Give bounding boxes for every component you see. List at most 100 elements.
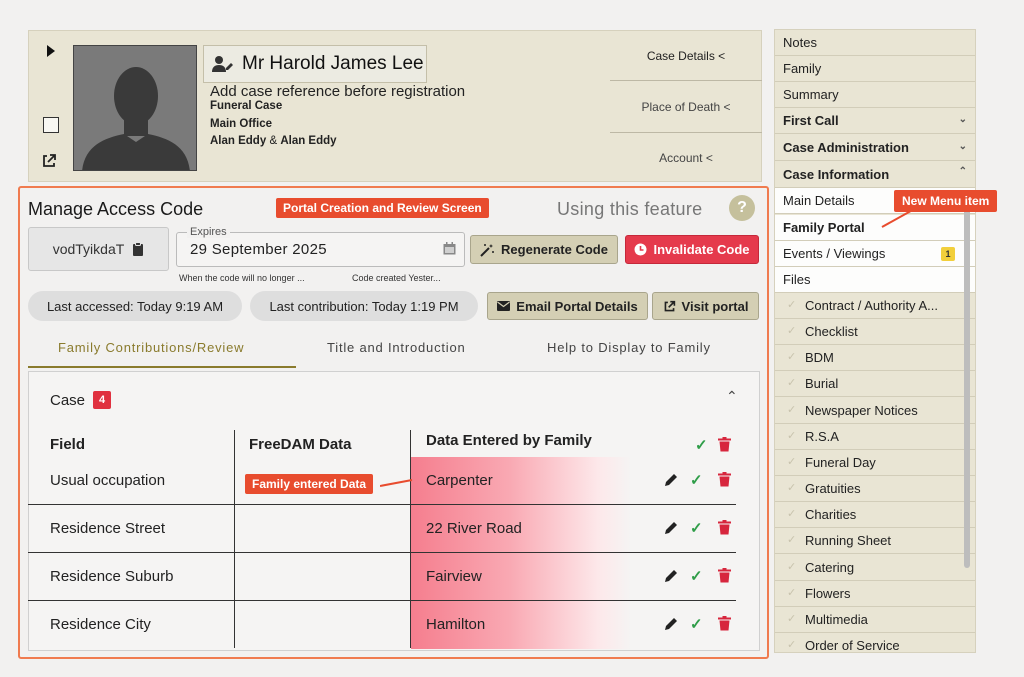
sidebar-item-events-viewings[interactable]: Events / Viewings 1 bbox=[775, 241, 975, 267]
sidebar-item-multimedia[interactable]: ✓ Multimedia bbox=[775, 607, 975, 633]
accept-all-icon[interactable]: ✓ bbox=[695, 436, 708, 454]
delete-icon[interactable] bbox=[718, 568, 731, 583]
contributions-card bbox=[28, 371, 760, 651]
tab-title-introduction[interactable]: Title and Introduction bbox=[327, 340, 466, 355]
count-badge: 4 bbox=[93, 391, 111, 409]
deceased-name-box[interactable]: Mr Harold James Lee bbox=[203, 45, 427, 83]
invalidate-code-button[interactable]: Invalidate Code bbox=[625, 235, 759, 264]
row-family-value: Hamilton bbox=[426, 616, 486, 633]
sidebar-item-label: Order of Service bbox=[805, 638, 900, 653]
sidebar-item-order-of-service[interactable]: ✓ Order of Service bbox=[775, 633, 975, 653]
sidebar-item-files[interactable]: Files bbox=[775, 267, 975, 293]
delete-icon[interactable] bbox=[718, 520, 731, 535]
sidebar-item-burial[interactable]: ✓ Burial bbox=[775, 371, 975, 397]
help-icon[interactable]: ? bbox=[729, 195, 755, 221]
case-header: Mr Harold James Lee Add case reference b… bbox=[28, 30, 762, 182]
sidebar-item-label: Summary bbox=[783, 87, 839, 102]
column-header-freedam: FreeDAM Data bbox=[249, 436, 352, 453]
delete-icon[interactable] bbox=[718, 472, 731, 487]
count-badge: 1 bbox=[941, 247, 955, 261]
sidebar-item-family[interactable]: Family bbox=[775, 56, 975, 82]
sidebar-item-newspaper-notices[interactable]: ✓ Newspaper Notices bbox=[775, 398, 975, 424]
last-contribution-pill: Last contribution: Today 1:19 PM bbox=[250, 291, 478, 321]
sidebar-item-notes[interactable]: Notes bbox=[775, 30, 975, 56]
sidebar-item-label: Main Details bbox=[783, 193, 855, 208]
sidebar-item-catering[interactable]: ✓ Catering bbox=[775, 555, 975, 581]
created-hint: Code created Yester... bbox=[352, 273, 441, 283]
external-link-icon bbox=[664, 300, 675, 311]
delete-all-icon[interactable] bbox=[718, 437, 731, 452]
check-icon: ✓ bbox=[787, 508, 797, 520]
sidebar-item-bdm[interactable]: ✓ BDM bbox=[775, 345, 975, 371]
collapse-chevron-icon[interactable]: ⌃ bbox=[726, 388, 738, 405]
sidebar-item-charities[interactable]: ✓ Charities bbox=[775, 502, 975, 528]
annotation-new-menu-item: New Menu item bbox=[894, 190, 998, 212]
delete-icon[interactable] bbox=[718, 616, 731, 631]
accept-icon[interactable]: ✓ bbox=[690, 615, 703, 633]
edit-pencil-icon[interactable] bbox=[664, 569, 678, 583]
edit-pencil-icon[interactable] bbox=[664, 473, 678, 487]
check-icon: ✓ bbox=[787, 561, 797, 573]
expires-value: 29 September 2025 bbox=[190, 241, 327, 258]
access-code-box[interactable]: vodTyikdaT bbox=[28, 227, 169, 271]
annotation-family-entered: Family entered Data bbox=[245, 474, 374, 494]
clipboard-icon[interactable] bbox=[132, 242, 144, 256]
sidebar-scrollbar[interactable] bbox=[964, 200, 970, 568]
edit-pencil-icon[interactable] bbox=[664, 617, 678, 631]
select-checkbox[interactable] bbox=[43, 117, 59, 133]
column-header-field: Field bbox=[50, 436, 86, 453]
email-portal-details-button[interactable]: Email Portal Details bbox=[487, 292, 648, 320]
sidebar-item-running-sheet[interactable]: ✓ Running Sheet bbox=[775, 528, 975, 554]
case-type: Funeral Case bbox=[210, 100, 283, 112]
sidebar-item-summary[interactable]: Summary bbox=[775, 82, 975, 108]
edit-pencil-icon[interactable] bbox=[664, 521, 678, 535]
sidebar-item-label: Newspaper Notices bbox=[805, 403, 918, 418]
sidebar-item-contract[interactable]: ✓ Contract / Authority A... bbox=[775, 293, 975, 319]
sidebar-item-funeral-day[interactable]: ✓ Funeral Day bbox=[775, 450, 975, 476]
sidebar-item-first-call[interactable]: First Call ⌄ bbox=[775, 108, 975, 134]
sidebar-item-rsa[interactable]: ✓ R.S.A bbox=[775, 424, 975, 450]
envelope-icon bbox=[497, 301, 511, 311]
regenerate-label: Regenerate Code bbox=[501, 242, 608, 257]
check-icon: ✓ bbox=[787, 377, 797, 389]
expand-arrow-icon[interactable] bbox=[47, 45, 55, 57]
sidebar-item-checklist[interactable]: ✓ Checklist bbox=[775, 319, 975, 345]
accept-icon[interactable]: ✓ bbox=[690, 471, 703, 489]
help-link[interactable]: Using this feature bbox=[557, 199, 702, 220]
sidebar-item-label: Family Portal bbox=[783, 220, 865, 235]
sidebar-item-case-administration[interactable]: Case Administration ⌄ bbox=[775, 135, 975, 161]
tab-help-display[interactable]: Help to Display to Family bbox=[547, 340, 711, 355]
tab-family-contributions[interactable]: Family Contributions/Review bbox=[58, 340, 244, 355]
case-reference-prompt[interactable]: Add case reference before registration bbox=[210, 83, 465, 100]
divider bbox=[610, 132, 762, 133]
deceased-photo-placeholder bbox=[73, 45, 197, 171]
expires-label: Expires bbox=[187, 226, 230, 238]
accept-icon[interactable]: ✓ bbox=[690, 567, 703, 585]
open-external-icon[interactable] bbox=[41, 153, 57, 174]
nav-place-of-death[interactable]: Place of Death < bbox=[610, 100, 762, 114]
check-icon: ✓ bbox=[787, 534, 797, 546]
chevron-down-icon: ⌄ bbox=[958, 141, 967, 152]
sidebar-item-label: Gratuities bbox=[805, 481, 861, 496]
sidebar-item-flowers[interactable]: ✓ Flowers bbox=[775, 581, 975, 607]
row-field: Residence Street bbox=[50, 520, 166, 537]
deceased-name: Mr Harold James Lee bbox=[242, 53, 424, 74]
clock-icon bbox=[634, 243, 647, 256]
regenerate-code-button[interactable]: Regenerate Code bbox=[470, 235, 618, 264]
row-family-value: Fairview bbox=[426, 568, 482, 585]
visit-portal-button[interactable]: Visit portal bbox=[652, 292, 759, 320]
sidebar-item-gratuities[interactable]: ✓ Gratuities bbox=[775, 476, 975, 502]
active-tab-indicator bbox=[28, 366, 296, 368]
nav-account[interactable]: Account < bbox=[610, 151, 762, 165]
sidebar-item-case-information[interactable]: Case Information ⌃ bbox=[775, 162, 975, 188]
expires-hint: When the code will no longer ... bbox=[179, 273, 305, 283]
calendar-icon[interactable] bbox=[443, 242, 456, 255]
sidebar-item-family-portal[interactable]: Family Portal bbox=[775, 215, 975, 241]
sidebar-item-label: Events / Viewings bbox=[783, 246, 886, 261]
accept-icon[interactable]: ✓ bbox=[690, 519, 703, 537]
annotation-portal-screen: Portal Creation and Review Screen bbox=[276, 198, 489, 218]
check-icon: ✓ bbox=[787, 613, 797, 625]
sidebar-item-label: Flowers bbox=[805, 586, 851, 601]
sidebar-item-label: BDM bbox=[805, 350, 834, 365]
nav-case-details[interactable]: Case Details < bbox=[610, 49, 762, 63]
